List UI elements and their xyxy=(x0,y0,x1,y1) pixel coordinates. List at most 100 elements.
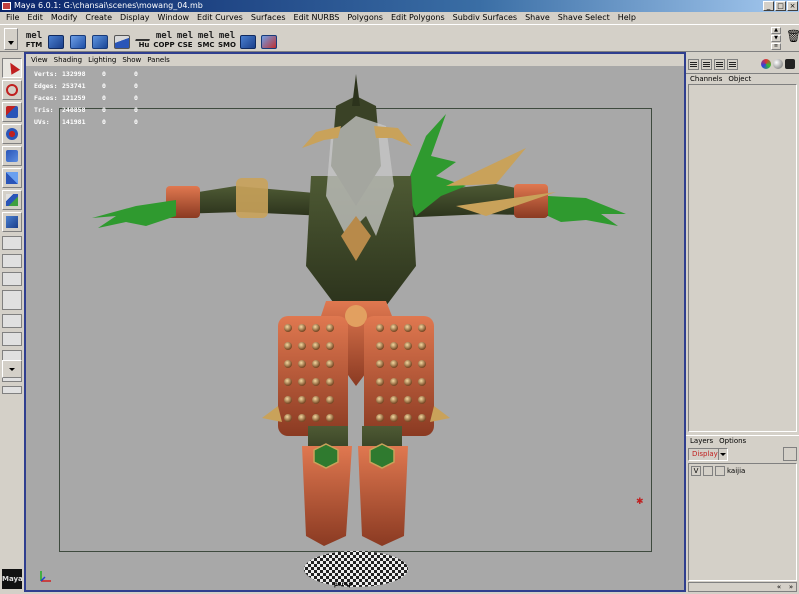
layout-outliner-button[interactable] xyxy=(2,290,22,310)
cube-blue-icon xyxy=(261,35,277,49)
layer-editor-mode-icon[interactable] xyxy=(714,58,725,70)
shelf-mel-ftm-button[interactable]: mel FTM xyxy=(24,28,44,50)
layer-menu-layers[interactable]: Layers xyxy=(690,436,719,446)
perspective-viewport[interactable]: Verts: 132998 0 0 Edges: 253741 0 0 Face… xyxy=(26,66,684,590)
layer-scrollbar[interactable]: « » xyxy=(688,582,797,592)
hud-row-faces: Faces: 121259 0 0 xyxy=(34,94,138,102)
channel-box[interactable] xyxy=(688,84,797,432)
shelf-mel-smc-button[interactable]: mel SMC xyxy=(196,28,216,50)
menu-surfaces[interactable]: Surfaces xyxy=(247,12,290,24)
checker-base xyxy=(304,551,408,587)
cube-select-icon xyxy=(6,216,18,228)
channel-box-menu-object[interactable]: Object xyxy=(728,74,757,84)
channel-box-toolbar xyxy=(686,56,799,72)
menu-edit-curves[interactable]: Edit Curves xyxy=(193,12,247,24)
scale-tool-button[interactable] xyxy=(2,168,22,188)
move-icon xyxy=(6,128,18,140)
right-panel: Channels Object Layers Options Display V… xyxy=(686,52,799,594)
shelf-button-label: SMO xyxy=(218,41,236,49)
layout-menu-button[interactable] xyxy=(2,360,22,378)
channel-box-mode-icon[interactable] xyxy=(688,58,699,70)
character-model[interactable] xyxy=(26,66,684,590)
last-tool-button[interactable] xyxy=(2,212,22,232)
left-hand xyxy=(92,200,176,228)
shelf-menu-button[interactable]: ≡ xyxy=(771,43,781,50)
layer-template-toggle[interactable] xyxy=(703,466,713,476)
lasso-tool-button[interactable] xyxy=(2,80,22,100)
menu-create[interactable]: Create xyxy=(81,12,116,24)
shelf-select-cube-button-2[interactable] xyxy=(238,28,258,49)
shelf-brush-button[interactable] xyxy=(112,28,132,49)
render-sphere-icon[interactable] xyxy=(773,59,783,69)
layer-row[interactable]: V kaijia xyxy=(691,466,745,476)
close-button[interactable]: × xyxy=(787,1,798,11)
main-menubar: File Edit Modify Create Display Window E… xyxy=(0,12,799,24)
trash-icon[interactable]: 🗑 xyxy=(786,29,799,43)
channel-box-menu-channels[interactable]: Channels xyxy=(690,74,728,84)
layer-visibility-toggle[interactable]: V xyxy=(691,466,701,476)
shelf-tabs-menu-button[interactable] xyxy=(4,28,18,50)
shelf-hu-button[interactable]: Hu xyxy=(134,28,154,49)
shelf-mel-cse-button[interactable]: mel CSE xyxy=(175,28,195,50)
attribute-editor-icon[interactable] xyxy=(727,58,738,70)
rotate-icon xyxy=(6,150,18,162)
menu-polygons[interactable]: Polygons xyxy=(343,12,387,24)
menu-shave-select[interactable]: Shave Select xyxy=(554,12,614,24)
shelf-cube-button-3[interactable] xyxy=(259,28,279,49)
panel-menu-view[interactable]: View xyxy=(28,54,51,66)
minimize-button[interactable]: _ xyxy=(763,1,774,11)
layout-hypershade-button[interactable] xyxy=(2,332,22,346)
layout-single-persp-button[interactable] xyxy=(2,236,22,250)
shelf-mel-copp-button[interactable]: mel COPP xyxy=(153,28,174,50)
shelf-cube-button-2[interactable] xyxy=(90,28,110,49)
shelf-mel-smo-button[interactable]: mel SMO xyxy=(217,28,237,50)
layout-four-view-button[interactable] xyxy=(2,254,22,268)
panel-menu-shading[interactable]: Shading xyxy=(51,54,85,66)
menu-file[interactable]: File xyxy=(2,12,23,24)
menu-subdiv-surfaces[interactable]: Subdiv Surfaces xyxy=(449,12,521,24)
select-tool-button[interactable] xyxy=(2,58,22,78)
maximize-button[interactable]: □ xyxy=(775,1,786,11)
panel-menu-lighting[interactable]: Lighting xyxy=(85,54,119,66)
menu-display[interactable]: Display xyxy=(116,12,154,24)
shoulder-horn-1 xyxy=(446,148,526,186)
menu-modify[interactable]: Modify xyxy=(47,12,82,24)
move-tool-button[interactable] xyxy=(2,124,22,144)
panel-menu-show[interactable]: Show xyxy=(119,54,144,66)
panel-menu-panels[interactable]: Panels xyxy=(144,54,173,66)
menu-edit-nurbs[interactable]: Edit NURBS xyxy=(290,12,344,24)
new-layer-button[interactable] xyxy=(783,447,797,461)
layer-type-select[interactable]: Display xyxy=(688,448,728,461)
layer-menu-options[interactable]: Options xyxy=(719,436,752,446)
universal-manip-icon xyxy=(6,194,18,206)
layout-four-view-button-2[interactable] xyxy=(2,272,22,286)
maya-logo: Maya xyxy=(2,569,23,589)
mel-label: mel xyxy=(155,31,173,41)
paint-select-tool-button[interactable] xyxy=(2,102,22,122)
shelf-scroll-down-button[interactable]: ▼ xyxy=(771,35,781,42)
menu-edit[interactable]: Edit xyxy=(23,12,47,24)
manipulator-tool-button[interactable] xyxy=(2,190,22,210)
scroll-left-icon[interactable]: « xyxy=(774,583,784,591)
layer-color-swatch[interactable] xyxy=(715,466,725,476)
scale-icon xyxy=(6,172,18,184)
scroll-right-icon[interactable]: » xyxy=(786,583,796,591)
colour-wheel-icon[interactable] xyxy=(761,59,771,69)
layout-extra-button[interactable] xyxy=(2,386,22,394)
menu-window[interactable]: Window xyxy=(154,12,194,24)
layer-list: V kaijia xyxy=(688,463,797,581)
hud-row-tris: Tris: 240858 0 0 xyxy=(34,106,138,114)
shelf-cube-button-1[interactable] xyxy=(68,28,88,49)
tool-settings-icon[interactable] xyxy=(785,59,795,69)
paint-brush-icon xyxy=(6,106,18,118)
shelf-scroll-up-button[interactable]: ▲ xyxy=(771,27,781,34)
rotate-tool-button[interactable] xyxy=(2,146,22,166)
channel-layer-mode-icon[interactable] xyxy=(701,58,712,70)
menu-shave[interactable]: Shave xyxy=(521,12,554,24)
layout-graph-button[interactable] xyxy=(2,314,22,328)
menu-help[interactable]: Help xyxy=(614,12,640,24)
shelf-select-cube-button[interactable] xyxy=(46,28,66,49)
layer-editor-toolbar: Display xyxy=(686,447,799,463)
channel-box-menubar: Channels Object xyxy=(686,73,799,84)
menu-edit-polygons[interactable]: Edit Polygons xyxy=(387,12,449,24)
